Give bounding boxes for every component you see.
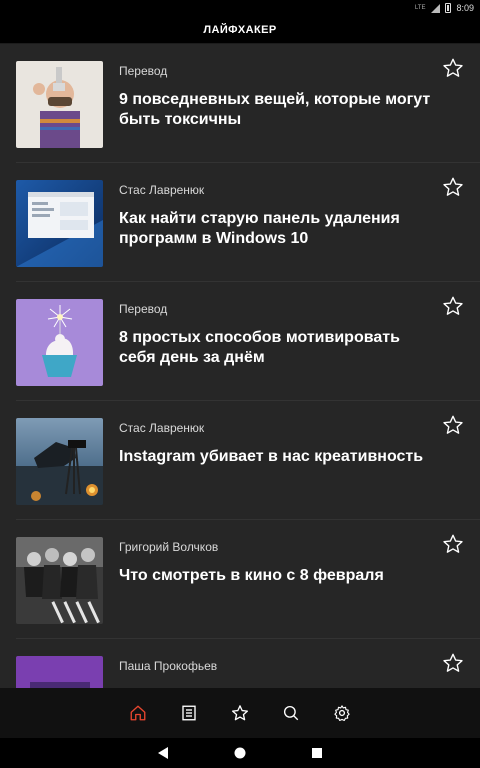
article-card[interactable]: Стас Лавренюк Как найти старую панель уд… [0,163,480,282]
nav-search-button[interactable] [281,703,301,723]
nav-favorites-button[interactable] [230,703,250,723]
app-title: ЛАЙФХАКЕР [203,23,277,36]
star-icon[interactable] [442,57,464,79]
article-feed[interactable]: Перевод 9 повседневных вещей, которые мо… [0,44,480,688]
star-icon[interactable] [442,533,464,555]
back-button[interactable] [156,746,170,760]
network-type-label: LTE [414,5,426,11]
article-title[interactable]: Instagram убивает в нас креативность [119,447,439,467]
status-bar: LTE 8:09 [0,0,480,16]
article-card[interactable]: Паша Прокофьев [0,639,480,688]
search-icon [283,705,299,721]
article-title[interactable]: 9 повседневных вещей, которые могут быть… [119,90,439,130]
article-author: Григорий Волчков [119,540,219,554]
article-author: Стас Лавренюк [119,183,205,197]
list-icon [182,705,196,721]
nav-settings-button[interactable] [332,703,352,723]
battery-icon [445,3,452,13]
nav-home-button[interactable] [128,703,148,723]
article-title[interactable]: Как найти старую панель удаления програм… [119,209,439,249]
article-thumbnail[interactable] [16,418,103,505]
star-icon[interactable] [442,652,464,674]
article-card[interactable]: Григорий Волчков Что смотреть в кино с 8… [0,520,480,639]
article-thumbnail[interactable] [16,537,103,624]
article-thumbnail[interactable] [16,656,103,688]
circle-icon [234,747,246,759]
star-icon[interactable] [442,295,464,317]
bottom-navigation [0,688,480,738]
star-icon[interactable] [442,414,464,436]
article-card[interactable]: Стас Лавренюк Instagram убивает в нас кр… [0,401,480,520]
back-icon [158,747,168,759]
star-icon [231,705,249,721]
article-card[interactable]: Перевод 8 простых способов мотивировать … [0,282,480,401]
article-title[interactable]: Что смотреть в кино с 8 февраля [119,566,439,586]
home-icon [130,705,146,721]
square-icon [312,748,322,758]
article-card[interactable]: Перевод 9 повседневных вещей, которые мо… [0,44,480,163]
app-header: ЛАЙФХАКЕР [0,16,480,44]
system-navigation-bar [0,738,480,768]
article-author: Паша Прокофьев [119,659,218,673]
home-system-button[interactable] [233,746,247,760]
article-thumbnail[interactable] [16,180,103,267]
recents-button[interactable] [310,746,324,760]
signal-icon [430,3,441,13]
article-author: Перевод [119,64,168,78]
article-thumbnail[interactable] [16,299,103,386]
clock: 8:09 [456,3,474,13]
article-title[interactable]: 8 простых способов мотивировать себя ден… [119,328,439,368]
gear-icon [334,705,350,721]
article-author: Стас Лавренюк [119,421,205,435]
article-author: Перевод [119,302,168,316]
article-thumbnail[interactable] [16,61,103,148]
nav-feed-button[interactable] [179,703,199,723]
star-icon[interactable] [442,176,464,198]
